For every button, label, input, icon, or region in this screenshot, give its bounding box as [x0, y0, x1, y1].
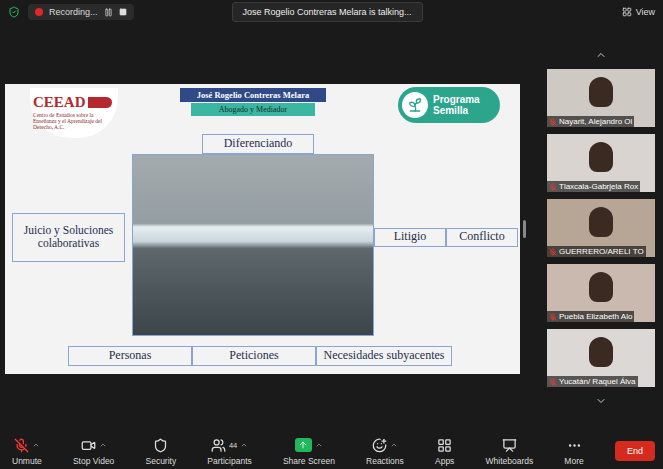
chevron-down-icon: [595, 395, 607, 407]
meeting-toolbar: Unmute Stop Video Security 44Participants Sh…: [0, 433, 663, 469]
whiteboard-icon: [502, 438, 517, 453]
muted-mic-icon: [549, 183, 557, 191]
top-bar: Recording... Jose Rogelio Contreras Melar…: [0, 0, 663, 24]
participant-name: Yucatán/ Raquel Álva: [547, 376, 638, 387]
resize-handle[interactable]: [523, 220, 526, 238]
programa-semilla-logo: Programa Semilla: [398, 87, 500, 123]
participant-video: [589, 337, 613, 367]
right-box: Litigio: [374, 228, 446, 247]
scroll-down[interactable]: [547, 394, 655, 408]
speaker-role: Abogado y Mediador: [191, 103, 315, 116]
toolbar-button[interactable]: More: [564, 437, 583, 466]
iceberg-photo: [132, 154, 374, 336]
toolbar-button[interactable]: Unmute: [12, 437, 42, 466]
caret-icon[interactable]: [99, 441, 107, 449]
participant-tile[interactable]: Tlaxcala-Gabrjela Rox: [547, 134, 655, 192]
mic-off-icon: [14, 438, 29, 453]
caret-icon[interactable]: [390, 441, 398, 449]
slide-heading: Diferenciando: [202, 134, 314, 154]
speaker-name: José Rogelio Contreras Melara: [180, 88, 326, 102]
muted-mic-icon: [549, 378, 557, 386]
grid-icon: [622, 7, 632, 17]
apps-grid-icon: [437, 438, 452, 453]
toolbar-button[interactable]: Security: [145, 437, 176, 466]
participant-video: [589, 77, 613, 107]
caret-icon[interactable]: [240, 441, 248, 449]
participant-tile[interactable]: Nayarit, Alejandro Ol: [547, 69, 655, 127]
toolbar-button[interactable]: 44Participants: [207, 437, 251, 466]
chevron-up-icon: [595, 49, 607, 61]
toolbar-button[interactable]: Stop Video: [73, 437, 114, 466]
participant-tile[interactable]: Puebla Elizabeth Alo: [547, 264, 655, 322]
ceead-logo: CEEADCentro de Estudios sobre la Enseñan…: [30, 88, 118, 138]
shield-icon: [153, 438, 168, 453]
participant-name: Tlaxcala-Gabrjela Rox: [547, 181, 640, 192]
participant-video: [589, 142, 613, 172]
bottom-box: Necesidades subyacentes: [316, 346, 452, 366]
caret-icon[interactable]: [32, 441, 40, 449]
recording-indicator: Recording...: [28, 4, 134, 20]
toolbar-button[interactable]: Apps: [435, 437, 454, 466]
participant-tile[interactable]: GUERRERO/ARELI TO: [547, 199, 655, 257]
right-box: Conflicto: [446, 228, 518, 247]
participant-gallery: Nayarit, Alejandro Ol Tlaxcala-Gabrjela R…: [539, 24, 663, 433]
encryption-shield-icon[interactable]: [8, 6, 20, 18]
toolbar-button[interactable]: Share Screen: [283, 437, 335, 466]
participant-name: Puebla Elizabeth Alo: [547, 311, 634, 322]
slide: CEEADCentro de Estudios sobre la Enseñan…: [5, 84, 520, 374]
ellipsis-icon: [567, 438, 582, 453]
stop-icon[interactable]: [119, 8, 127, 16]
participant-count: 44: [229, 441, 237, 450]
view-button[interactable]: View: [622, 7, 655, 17]
toolbar-button[interactable]: Reactions: [366, 437, 404, 466]
zoom-window: Recording... Jose Rogelio Contreras Melar…: [0, 0, 663, 469]
left-box: Juicio y Soluciones colaborativas: [12, 213, 125, 262]
toolbar-button[interactable]: Whiteboards: [486, 437, 534, 466]
active-speaker-banner: Jose Rogelio Contreras Melara is talking…: [232, 2, 423, 22]
video-icon: [81, 438, 96, 453]
arrow-up-icon: [298, 440, 308, 450]
caret-icon[interactable]: [315, 441, 323, 449]
pause-icon[interactable]: [104, 8, 113, 17]
participant-name: Nayarit, Alejandro Ol: [547, 116, 634, 127]
sprout-icon: [407, 97, 423, 113]
participant-name: GUERRERO/ARELI TO: [547, 246, 646, 257]
muted-mic-icon: [549, 118, 557, 126]
shared-screen: CEEADCentro de Estudios sobre la Enseñan…: [0, 24, 539, 433]
users-icon: [211, 438, 226, 453]
meeting-area: CEEADCentro de Estudios sobre la Enseñan…: [0, 24, 663, 433]
participant-tile[interactable]: Yucatán/ Raquel Álva: [547, 329, 655, 387]
end-button[interactable]: End: [615, 441, 655, 461]
recording-label: Recording...: [49, 7, 98, 17]
scroll-up[interactable]: [547, 48, 655, 62]
bottom-row: PersonasPeticionesNecesidades subyacente…: [68, 346, 452, 366]
recording-dot: [35, 8, 43, 16]
participant-video: [589, 207, 613, 237]
bottom-box: Personas: [68, 346, 192, 366]
muted-mic-icon: [549, 248, 557, 256]
muted-mic-icon: [549, 313, 557, 321]
participant-video: [589, 272, 613, 302]
bottom-box: Peticiones: [192, 346, 316, 366]
smile-plus-icon: [372, 438, 387, 453]
